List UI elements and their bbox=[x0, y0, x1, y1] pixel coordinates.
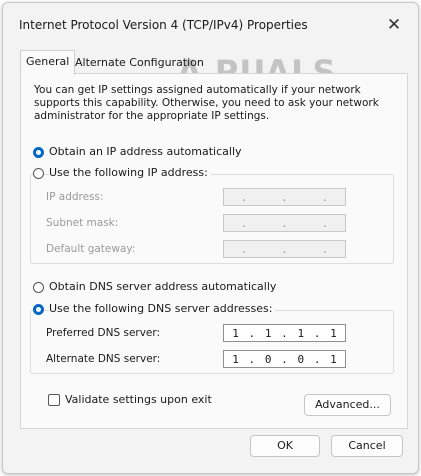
dialog-title: Internet Protocol Version 4 (TCP/IPv4) P… bbox=[19, 18, 308, 32]
validate-settings-label[interactable]: Validate settings upon exit bbox=[65, 393, 212, 406]
validate-settings-checkbox[interactable] bbox=[48, 394, 60, 406]
obtain-dns-auto-radio[interactable] bbox=[33, 282, 44, 293]
preferred-dns-label: Preferred DNS server: bbox=[46, 327, 161, 339]
ip-address-field: ... bbox=[223, 188, 346, 206]
use-following-ip-radio[interactable] bbox=[33, 168, 44, 179]
tab-alternate-configuration[interactable]: Alternate Configuration bbox=[70, 53, 209, 73]
intro-text: You can get IP settings assigned automat… bbox=[34, 84, 379, 122]
general-panel: You can get IP settings assigned automat… bbox=[20, 73, 408, 429]
subnet-mask-label: Subnet mask: bbox=[46, 217, 119, 229]
obtain-dns-auto-label[interactable]: Obtain DNS server address automatically bbox=[49, 280, 276, 293]
cancel-button[interactable]: Cancel bbox=[331, 435, 403, 457]
preferred-dns-field[interactable]: 1.1.1.1 bbox=[223, 324, 346, 342]
ok-button[interactable]: OK bbox=[250, 435, 320, 457]
alternate-dns-field[interactable]: 1.0.0.1 bbox=[223, 350, 346, 368]
obtain-ip-auto-label[interactable]: Obtain an IP address automatically bbox=[49, 145, 242, 158]
advanced-button[interactable]: Advanced... bbox=[304, 394, 391, 416]
alternate-dns-label: Alternate DNS server: bbox=[46, 353, 161, 365]
tab-general[interactable]: General bbox=[20, 50, 76, 75]
ip-address-label: IP address: bbox=[46, 191, 104, 203]
use-following-dns-radio[interactable] bbox=[33, 304, 44, 315]
subnet-mask-field: ... bbox=[223, 214, 346, 232]
close-icon[interactable]: ✕ bbox=[384, 15, 404, 35]
use-following-ip-label[interactable]: Use the following IP address: bbox=[49, 166, 211, 179]
default-gateway-label: Default gateway: bbox=[46, 243, 136, 255]
use-following-dns-label[interactable]: Use the following DNS server addresses: bbox=[49, 302, 276, 315]
default-gateway-field: ... bbox=[223, 240, 346, 258]
obtain-ip-auto-radio[interactable] bbox=[33, 147, 44, 158]
title-bar[interactable]: Internet Protocol Version 4 (TCP/IPv4) P… bbox=[3, 3, 418, 43]
dialog-window: Internet Protocol Version 4 (TCP/IPv4) P… bbox=[2, 2, 419, 474]
